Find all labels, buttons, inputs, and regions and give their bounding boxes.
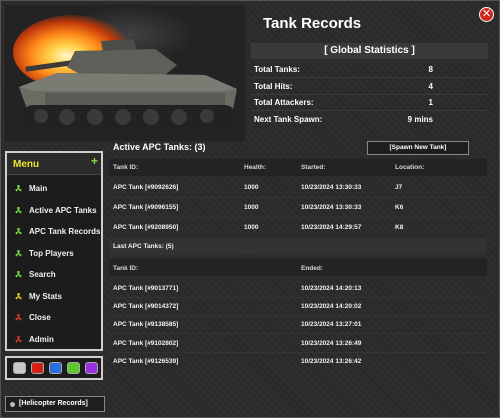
menu-item-close[interactable]: Close: [9, 309, 99, 330]
radiation-icon: [15, 335, 22, 343]
window-title: Tank Records: [263, 15, 362, 32]
radiation-icon: [15, 228, 22, 235]
stat-value-total-tanks: 8: [428, 65, 433, 74]
radiation-icon: [15, 314, 22, 321]
color-swatch-bar: [5, 356, 103, 380]
radiation-icon: [15, 292, 22, 300]
tank-health: 1000: [244, 204, 259, 211]
helicopter-records-label: [Helicopter Records]: [19, 400, 88, 407]
active-tanks-title: Active APC Tanks: (3): [113, 142, 206, 152]
tank-id: APC Tank [#9092626]: [113, 184, 179, 191]
tank-location: K6: [395, 204, 404, 211]
row-divider: [109, 217, 487, 218]
radiation-icon: [15, 271, 22, 278]
tank-id: APC Tank [#9014372]: [113, 303, 179, 310]
menu-item-label: Main: [29, 184, 48, 193]
tank-health: 1000: [244, 224, 259, 231]
tank-id: APC Tank [#9208950]: [113, 224, 179, 231]
stat-value-next-spawn: 9 mins: [407, 115, 433, 124]
radiation-icon: [15, 185, 22, 192]
bullet-icon: [10, 402, 15, 407]
menu-item-label: My Stats: [29, 291, 62, 301]
apc-tank-image: [5, 5, 245, 141]
swatch-gray[interactable]: [13, 362, 26, 374]
last-tanks-header-bar: Last APC Tanks: (5): [109, 238, 487, 255]
menu-item-active-apc-tanks[interactable]: Active APC Tanks: [9, 202, 99, 223]
stat-value-total-attackers: 1: [428, 98, 433, 107]
menu-header: Menu +: [7, 153, 101, 175]
menu-item-label: Admin: [29, 334, 54, 344]
plus-icon[interactable]: +: [91, 154, 98, 168]
last-table-header: Tank ID: Ended:: [109, 259, 487, 276]
stat-divider: [251, 110, 488, 111]
row-divider: [109, 297, 487, 298]
swatch-red[interactable]: [31, 362, 44, 374]
stat-divider: [251, 77, 488, 78]
col-location: Location:: [395, 164, 425, 171]
menu-item-label: Close: [29, 313, 51, 322]
menu-item-label: Active APC Tanks: [29, 205, 97, 215]
menu-item-label: Top Players: [29, 248, 74, 258]
tank-started: 10/23/2024 13:30:33: [301, 204, 362, 211]
helicopter-records-button[interactable]: [Helicopter Records]: [5, 396, 105, 412]
stat-divider: [251, 94, 488, 95]
tank-health: 1000: [244, 184, 259, 191]
radiation-icon: [15, 249, 22, 257]
tank-location: K8: [395, 224, 404, 231]
close-icon[interactable]: ✕: [479, 7, 494, 22]
menu-item-search[interactable]: Search: [9, 266, 99, 287]
tank-id: APC Tank [#9138585]: [113, 321, 179, 328]
menu-item-label: Search: [29, 270, 56, 279]
menu-title: Menu: [13, 159, 40, 170]
menu-item-my-stats[interactable]: My Stats: [9, 288, 99, 309]
row-divider: [109, 315, 487, 316]
spawn-new-tank-button[interactable]: [Spawn New Tank]: [367, 141, 469, 155]
tank-id: APC Tank [#9102802]: [113, 340, 179, 347]
radiation-icon: [15, 206, 22, 214]
row-divider: [109, 197, 487, 198]
tank-id: APC Tank [#9096155]: [113, 204, 179, 211]
side-menu: Menu + Main Active APC Tanks APC Tank Reco…: [5, 151, 103, 351]
menu-item-main[interactable]: Main: [9, 180, 99, 201]
swatch-green[interactable]: [67, 362, 80, 374]
col-tank-id: Tank ID:: [113, 265, 139, 272]
col-ended: Ended:: [301, 265, 324, 272]
tank-ended: 10/23/2024 14:20:13: [301, 285, 362, 292]
row-divider: [109, 352, 487, 353]
menu-item-admin[interactable]: Admin: [9, 331, 99, 352]
col-health: Health:: [244, 164, 267, 171]
col-tank-id: Tank ID:: [113, 164, 139, 171]
col-started: Started:: [301, 164, 326, 171]
tank-ended: 10/23/2024 14:20:02: [301, 303, 362, 310]
tank-ended: 10/23/2024 13:26:49: [301, 340, 362, 347]
menu-item-label: APC Tank Records: [29, 227, 101, 236]
menu-item-top-players[interactable]: Top Players: [9, 245, 99, 266]
tank-ended: 10/23/2024 13:27:01: [301, 321, 362, 328]
tank-ended: 10/23/2024 13:26:42: [301, 358, 362, 365]
active-table-header: Tank ID: Health: Started: Location:: [109, 159, 487, 176]
swatch-blue[interactable]: [49, 362, 62, 374]
tank-records-window: Tank Records ✕ [ Global Statistics ] Tot…: [0, 0, 500, 418]
row-divider: [109, 333, 487, 334]
tank-started: 10/23/2024 13:30:33: [301, 184, 362, 191]
last-tanks-title: Last APC Tanks: (5): [113, 243, 174, 250]
tank-id: APC Tank [#9013771]: [113, 285, 179, 292]
tank-started: 10/23/2024 14:29:57: [301, 224, 362, 231]
stat-value-total-hits: 4: [428, 82, 433, 91]
menu-item-apc-tank-records[interactable]: APC Tank Records: [9, 223, 101, 244]
tank-location: J7: [395, 184, 403, 191]
global-stats-header: [ Global Statistics ]: [251, 43, 488, 59]
swatch-purple[interactable]: [85, 362, 98, 374]
tank-id: APC Tank [#9126539]: [113, 358, 179, 365]
